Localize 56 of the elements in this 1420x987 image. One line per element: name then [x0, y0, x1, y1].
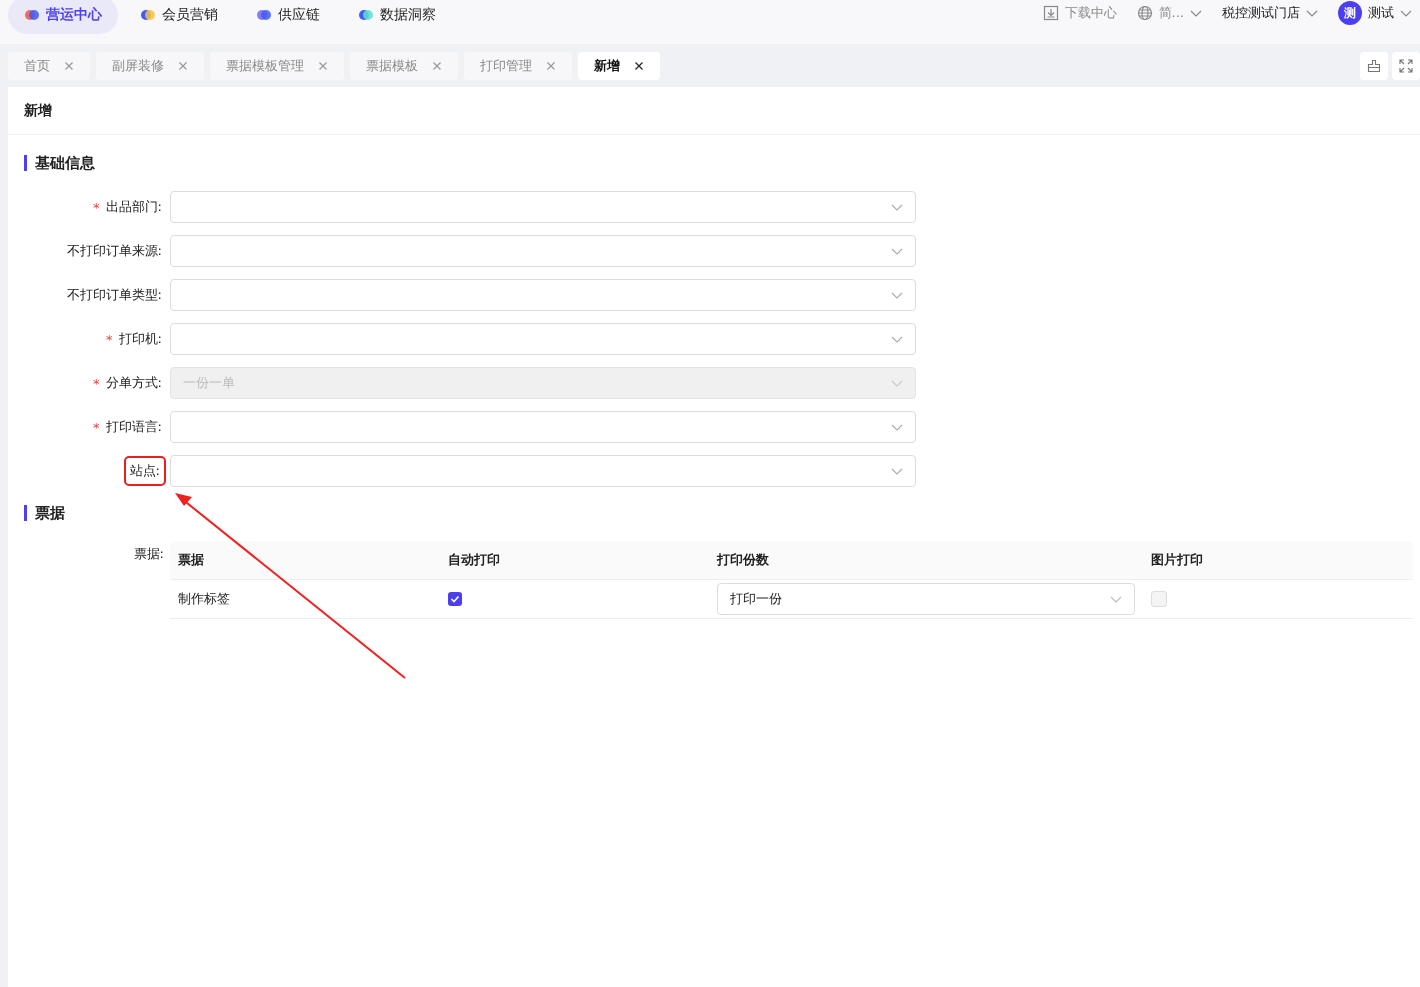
required-mark: *	[93, 419, 100, 435]
column-header: 打印份数	[715, 551, 770, 569]
expand-icon[interactable]	[1399, 58, 1413, 73]
download-icon[interactable]	[1042, 5, 1059, 21]
page-tab[interactable]: 新增	[578, 51, 660, 80]
select-field[interactable]: 打印一份	[717, 583, 1135, 615]
column-header: 自动打印	[447, 551, 501, 569]
field-label: 站点:	[125, 458, 164, 484]
page-tab[interactable]: 首页	[8, 51, 90, 80]
module-icon	[256, 7, 272, 23]
field-label: 票据:	[133, 545, 164, 563]
fullscreen-button[interactable]	[1392, 51, 1420, 80]
module-tab[interactable]: 会员营销	[124, 0, 234, 34]
select-field[interactable]	[170, 455, 916, 487]
module-icon	[140, 7, 156, 23]
required-mark: *	[93, 199, 100, 215]
module-tab[interactable]: 供应链	[240, 0, 336, 34]
page-title: 新增	[8, 87, 1420, 135]
field-label: 出品部门:	[104, 198, 163, 216]
field-label: 打印机:	[117, 330, 163, 348]
close-icon[interactable]	[634, 60, 644, 71]
column-header: 图片打印	[1150, 551, 1204, 569]
table-cell: 制作标签	[178, 590, 230, 608]
checkbox[interactable]	[448, 592, 462, 606]
module-icon	[358, 7, 374, 23]
module-icon	[24, 7, 40, 23]
field-label: 不打印订单来源:	[65, 242, 163, 260]
module-tab[interactable]: 数据洞察	[342, 0, 452, 34]
select-field[interactable]	[170, 279, 916, 311]
language-selector[interactable]: 简...	[1158, 4, 1184, 22]
user-name[interactable]: 测试	[1368, 4, 1394, 22]
clean-button[interactable]	[1360, 51, 1388, 80]
required-mark: *	[106, 331, 113, 347]
section-heading: 票据	[35, 503, 65, 523]
required-mark: *	[93, 375, 100, 391]
globe-icon[interactable]	[1136, 5, 1153, 21]
select-field[interactable]	[170, 323, 916, 355]
checkbox[interactable]	[1151, 591, 1167, 607]
page-tab[interactable]: 票据模板管理	[210, 51, 344, 80]
section-heading: 基础信息	[35, 153, 95, 173]
field-label: 不打印订单类型:	[65, 286, 163, 304]
page-tab[interactable]: 副屏装修	[96, 51, 204, 80]
module-tab[interactable]: 营运中心	[8, 0, 118, 34]
select-field[interactable]	[170, 411, 916, 443]
select-field[interactable]	[170, 191, 916, 223]
store-selector[interactable]: 税控测试门店	[1222, 4, 1300, 22]
page-tab[interactable]: 打印管理	[464, 51, 572, 80]
column-header: 票据	[177, 551, 205, 569]
broom-icon[interactable]	[1367, 58, 1381, 73]
field-label: 打印语言:	[104, 418, 163, 436]
select-field[interactable]	[170, 235, 916, 267]
check-icon	[450, 594, 460, 604]
page-tab[interactable]: 票据模板	[350, 51, 458, 80]
user-avatar[interactable]: 测	[1338, 1, 1362, 25]
download-center-link[interactable]: 下载中心	[1064, 4, 1117, 22]
field-label: 分单方式:	[104, 374, 163, 392]
